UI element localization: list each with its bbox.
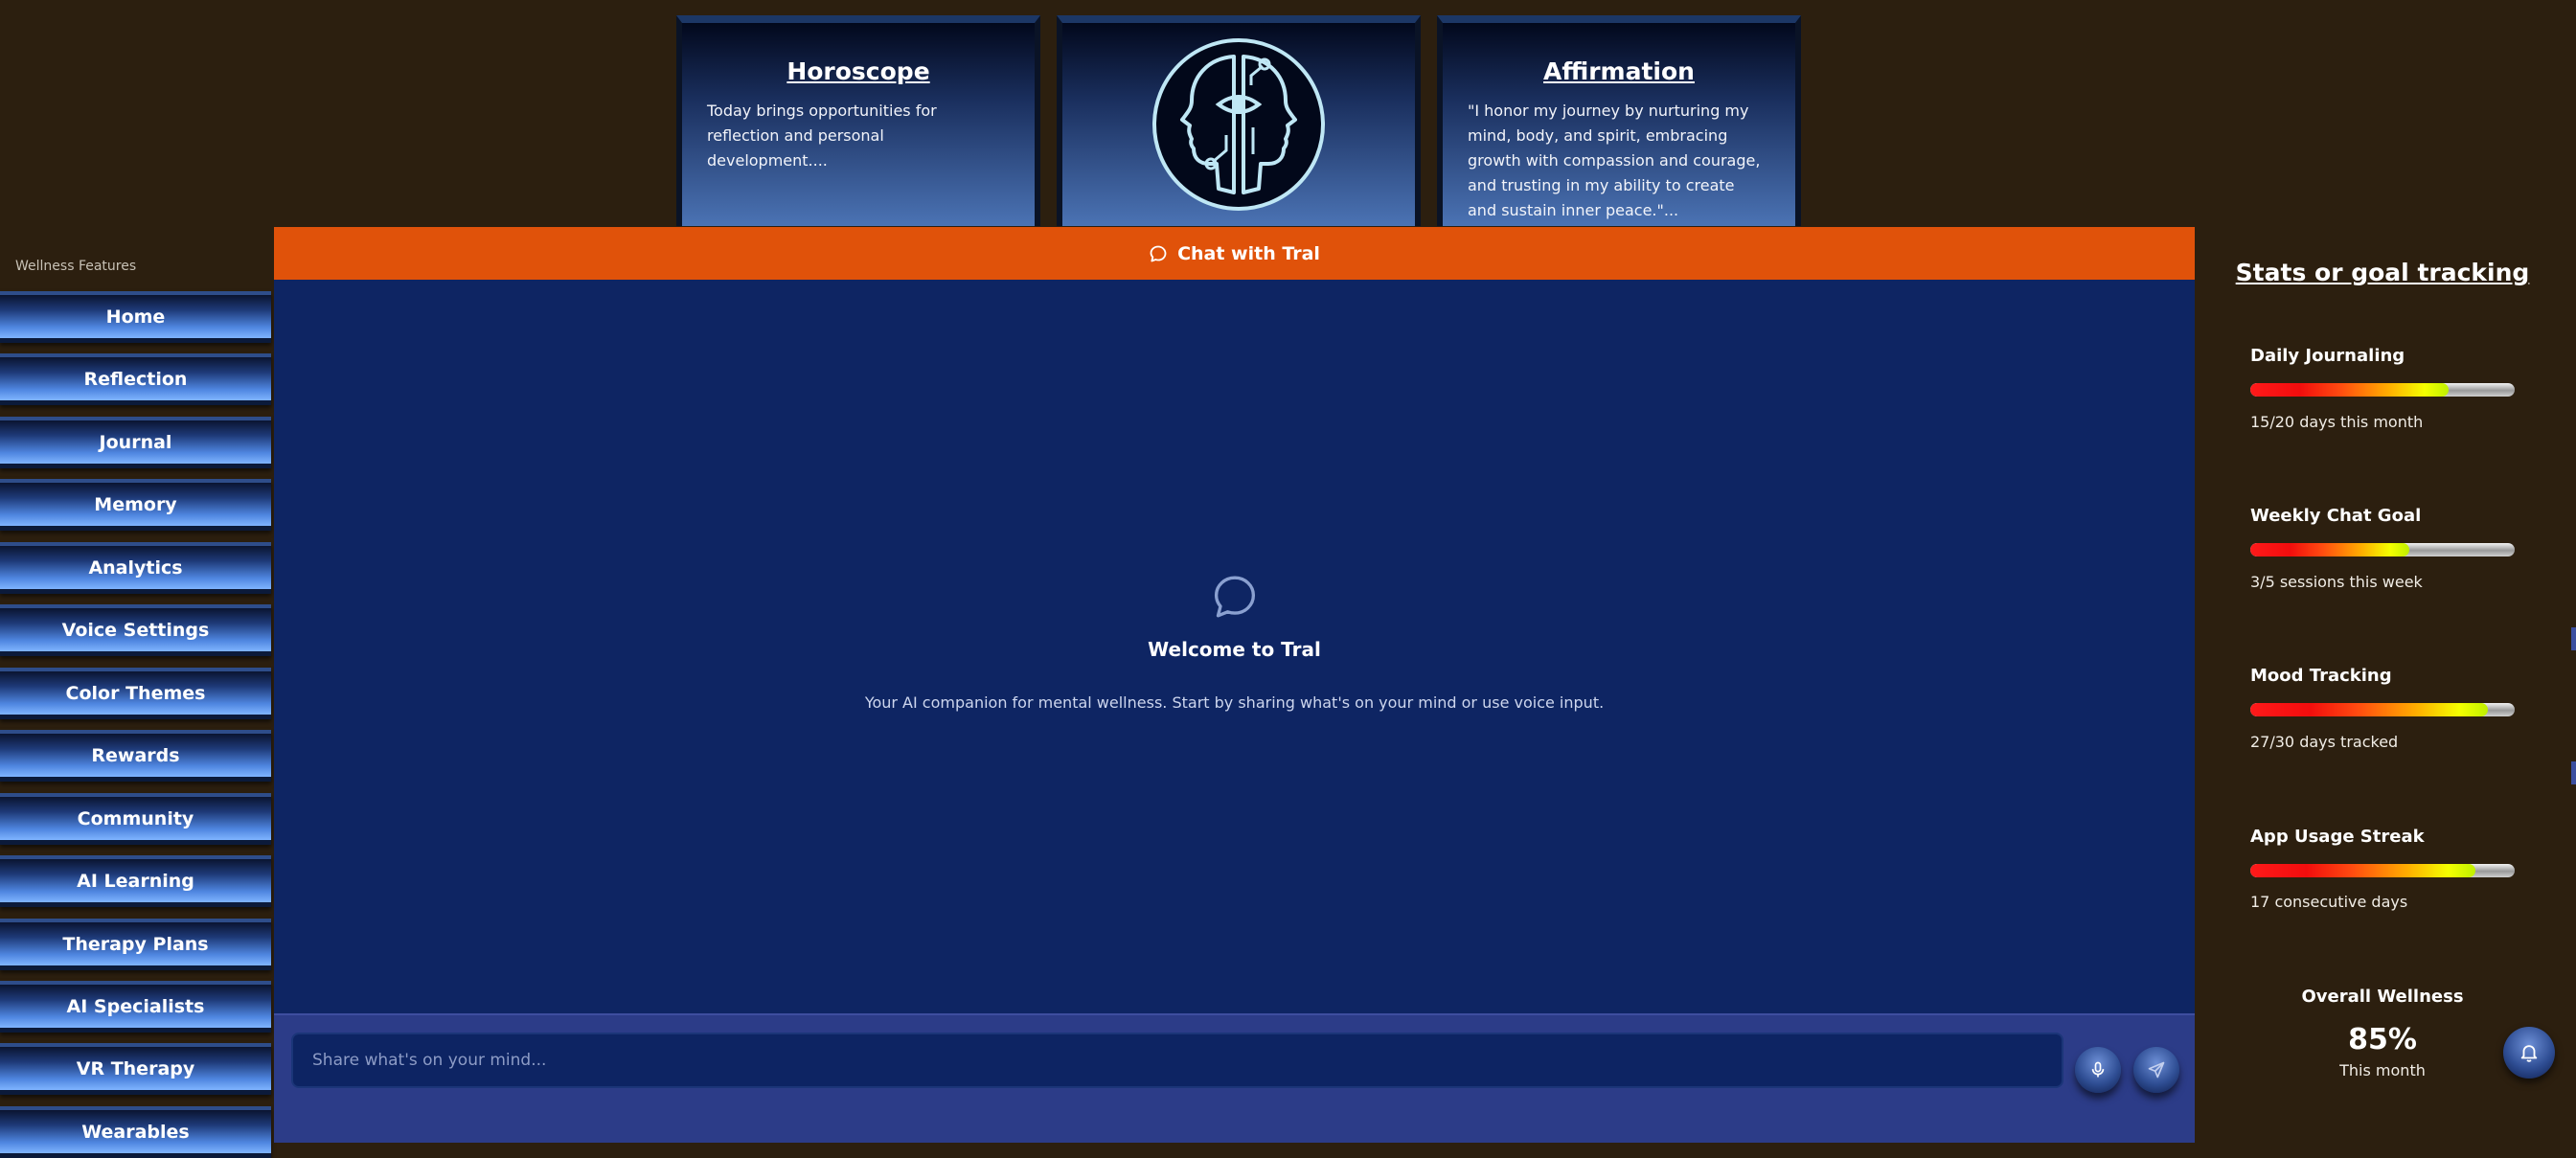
sidebar-item-reflection[interactable]: Reflection (0, 353, 271, 405)
stats-title: Stats or goal tracking (2235, 259, 2530, 286)
affirmation-title: Affirmation (1543, 57, 1695, 85)
microphone-icon (2091, 1061, 2105, 1078)
sidebar-item-therapy-plans[interactable]: Therapy Plans (0, 919, 271, 970)
notifications-button[interactable] (2503, 1027, 2555, 1079)
stat-label-mood-tracking: Mood Tracking (2250, 666, 2392, 686)
overall-wellness-title: Overall Wellness (2301, 987, 2464, 1007)
stat-label-daily-journaling: Daily Journaling (2250, 346, 2405, 366)
scrollbar-marker[interactable] (2571, 761, 2576, 784)
horoscope-title: Horoscope (786, 57, 930, 85)
stat-progress-app-usage-streak (2250, 864, 2515, 877)
sidebar-item-analytics[interactable]: Analytics (0, 542, 271, 594)
stat-sub-mood-tracking: 27/30 days tracked (2250, 733, 2399, 751)
sidebar-item-home[interactable]: Home (0, 291, 271, 343)
sidebar-item-memory[interactable]: Memory (0, 479, 271, 531)
chat-bubble-icon (1150, 245, 1167, 261)
stat-progress-fill (2250, 383, 2449, 397)
sidebar-header: Wellness Features (15, 259, 137, 274)
stat-progress-fill (2250, 543, 2409, 556)
sidebar-item-journal[interactable]: Journal (0, 417, 271, 468)
scrollbar-marker[interactable] (2571, 627, 2576, 650)
chat-bubble-icon-large (1214, 576, 1256, 618)
sidebar-item-wearables[interactable]: Wearables (0, 1106, 271, 1158)
stat-progress-fill (2250, 703, 2489, 716)
welcome-text: Your AI companion for mental wellness. S… (864, 693, 1605, 712)
sidebar-item-voice-settings[interactable]: Voice Settings (0, 604, 271, 656)
affirmation-card[interactable]: Affirmation "I honor my journey by nurtu… (1437, 15, 1801, 226)
affirmation-text: "I honor my journey by nurturing my mind… (1468, 102, 1761, 219)
sidebar-item-community[interactable]: Community (0, 793, 271, 845)
bell-icon (2520, 1045, 2538, 1062)
stat-label-weekly-chat-goal: Weekly Chat Goal (2250, 506, 2422, 526)
mind-eye-logo-icon (1152, 38, 1325, 211)
stat-sub-weekly-chat-goal: 3/5 sessions this week (2250, 573, 2423, 591)
chat-header: Chat with Tral (274, 227, 2195, 280)
chat-header-label: Chat with Tral (1177, 242, 1320, 264)
chat-message-input[interactable] (291, 1033, 2063, 1088)
sidebar-item-color-themes[interactable]: Color Themes (0, 668, 271, 719)
stat-progress-mood-tracking (2250, 703, 2515, 716)
send-message-button[interactable] (2133, 1047, 2179, 1093)
stat-sub-app-usage-streak: 17 consecutive days (2250, 893, 2408, 911)
sidebar-item-vr-therapy[interactable]: VR Therapy (0, 1043, 271, 1095)
horoscope-card[interactable]: Horoscope Today brings opportunities for… (676, 15, 1040, 226)
sidebar-item-rewards[interactable]: Rewards (0, 730, 271, 782)
voice-input-button[interactable] (2075, 1047, 2121, 1093)
stat-label-app-usage-streak: App Usage Streak (2250, 827, 2425, 847)
horoscope-text: Today brings opportunities for reflectio… (707, 102, 937, 170)
send-icon (2148, 1061, 2165, 1079)
stat-sub-daily-journaling: 15/20 days this month (2250, 413, 2424, 431)
sidebar-item-ai-learning[interactable]: AI Learning (0, 855, 271, 907)
stat-progress-weekly-chat-goal (2250, 543, 2515, 556)
stat-progress-daily-journaling (2250, 383, 2515, 397)
sidebar-item-ai-specialists[interactable]: AI Specialists (0, 981, 271, 1033)
stat-progress-fill (2250, 864, 2475, 877)
welcome-title: Welcome to Tral (1148, 638, 1321, 661)
logo-card (1057, 15, 1421, 226)
